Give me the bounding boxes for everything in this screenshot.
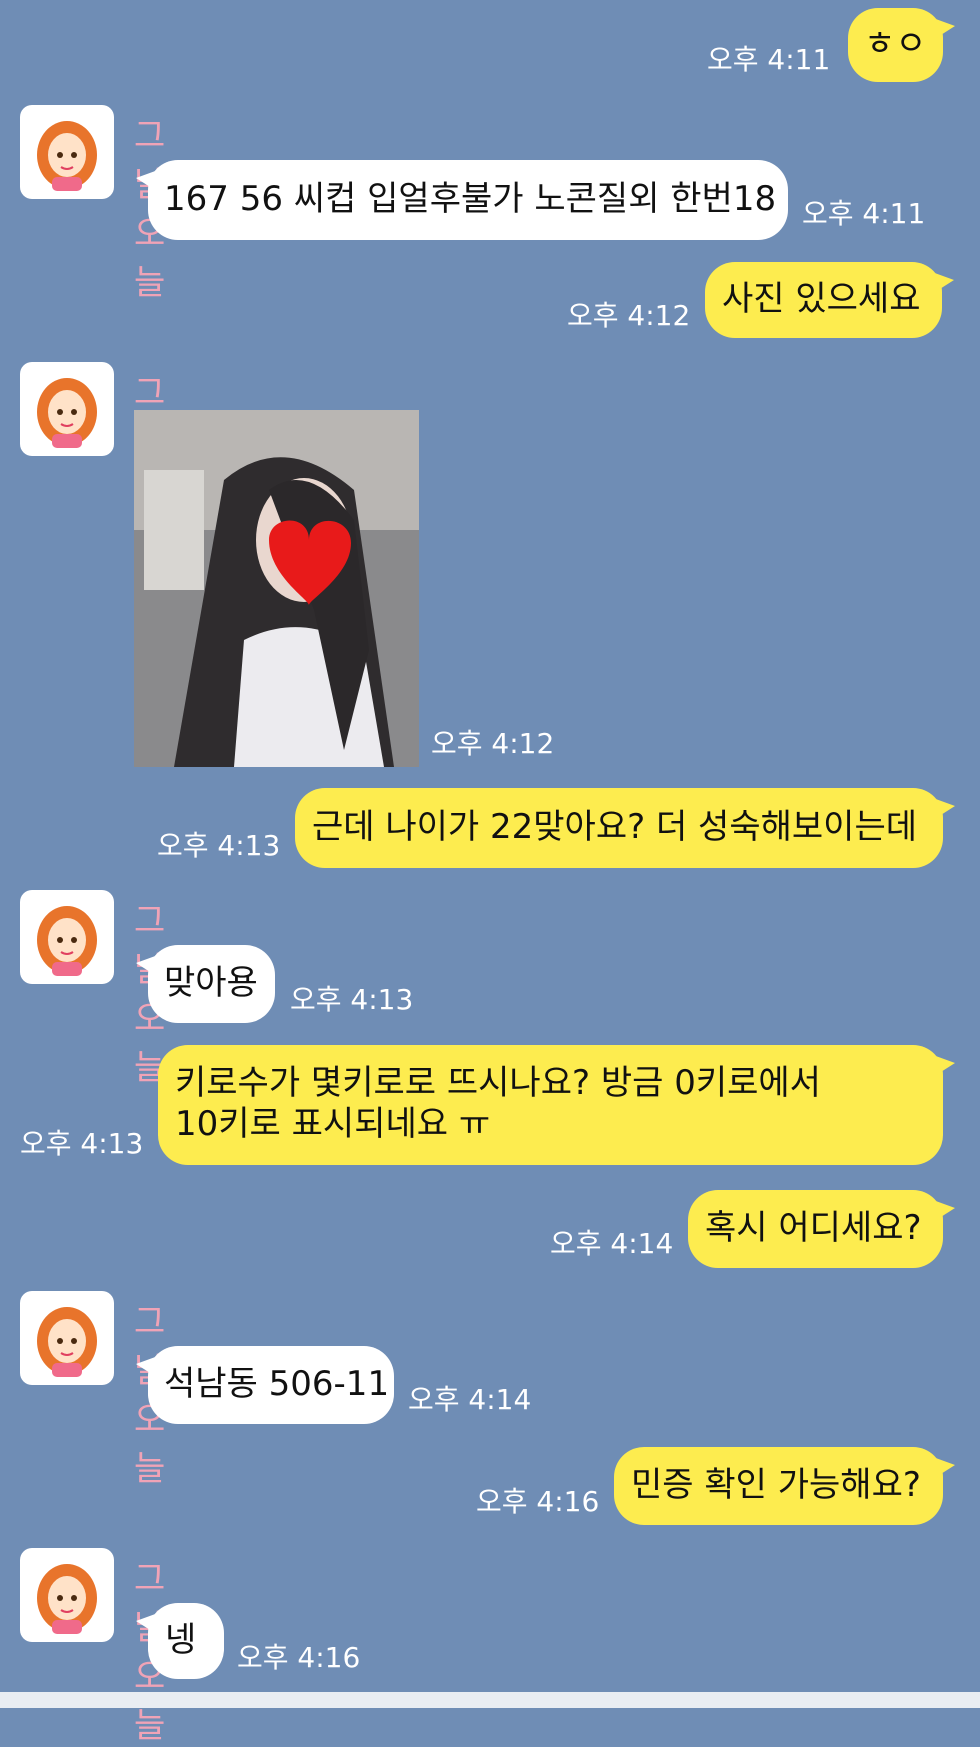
message-bubble[interactable]: 맞아용 bbox=[136, 945, 275, 1023]
message-bubble[interactable]: 혹시 어디세요? bbox=[688, 1190, 955, 1268]
message-bubble[interactable]: 근데 나이가 22맞아요? 더 성숙해보이는데 bbox=[295, 788, 955, 868]
avatar-icon[interactable] bbox=[20, 890, 114, 984]
message-time: 오후 4:12 bbox=[431, 727, 555, 760]
message-time: 오후 4:13 bbox=[20, 1127, 144, 1160]
photo-attachment[interactable] bbox=[134, 410, 419, 767]
message-time: 오후 4:13 bbox=[290, 983, 414, 1016]
message-time: 오후 4:14 bbox=[408, 1383, 532, 1416]
message-bubble[interactable]: 167 56 씨컵 입얼후불가 노콘질외 한번18 bbox=[136, 160, 788, 240]
avatar-icon[interactable] bbox=[20, 362, 114, 456]
avatar-icon[interactable] bbox=[20, 1291, 114, 1385]
message-time: 오후 4:11 bbox=[802, 197, 926, 230]
avatar-icon[interactable] bbox=[20, 105, 114, 199]
message-time: 오후 4:13 bbox=[157, 829, 281, 862]
message-bubble[interactable]: ㅎㅇ bbox=[848, 8, 955, 82]
message-line: 10키로 표시되네요 ㅠ bbox=[175, 1104, 491, 1144]
message-bubble[interactable]: 넹 bbox=[136, 1603, 224, 1679]
message-bubble[interactable]: 석남동 506-11 bbox=[136, 1346, 394, 1424]
message-bubble[interactable]: 사진 있으세요 bbox=[705, 262, 954, 338]
message-time: 오후 4:12 bbox=[567, 299, 691, 332]
message-time: 오후 4:14 bbox=[550, 1227, 674, 1260]
avatar-icon[interactable] bbox=[20, 1548, 114, 1642]
message-time: 오후 4:11 bbox=[707, 43, 831, 76]
message-bubble[interactable]: 민증 확인 가능해요? bbox=[614, 1447, 955, 1525]
message-time: 오후 4:16 bbox=[237, 1641, 361, 1674]
bottom-edge bbox=[0, 1692, 980, 1708]
message-line: 키로수가 몇키로로 뜨시나요? 방금 0키로에서 bbox=[175, 1063, 821, 1103]
message-bubble[interactable]: 키로수가 몇키로로 뜨시나요? 방금 0키로에서 10키로 표시되네요 ㅠ bbox=[158, 1045, 955, 1165]
message-time: 오후 4:16 bbox=[476, 1485, 600, 1518]
